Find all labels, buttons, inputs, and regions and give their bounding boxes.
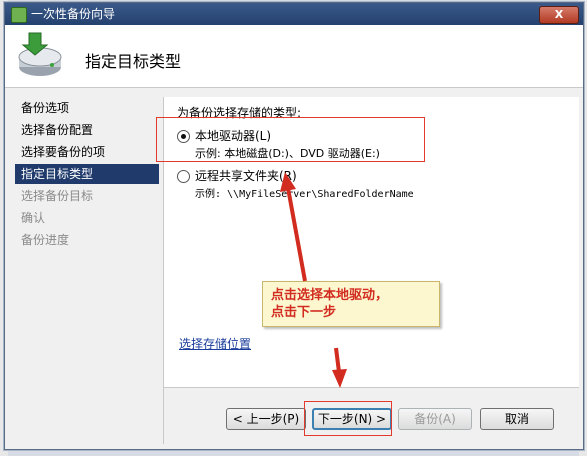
page-title: 指定目标类型 (85, 52, 182, 71)
step-progress: 备份进度 (21, 233, 70, 247)
choose-storage-location-link[interactable]: 选择存储位置 (179, 335, 251, 352)
remote-share-label: 远程共享文件夹(R) (195, 169, 297, 183)
backup-disk-arrow-icon (18, 32, 62, 76)
wizard-header: 指定目标类型 (5, 25, 583, 88)
cancel-button[interactable]: 取消 (480, 408, 554, 430)
backup-button: 备份(A) (398, 408, 472, 430)
wizard-window: 一次性备份向导 X 指定目标类型 备份选项 选择备份配置 选择要备份的项 指定目… (4, 2, 584, 450)
step-select-items: 选择要备份的项 (21, 145, 106, 159)
next-button-highlight (304, 401, 392, 436)
title-bar[interactable]: 一次性备份向导 X (5, 3, 583, 25)
instruction-callout: 点击选择本地驱动， 点击下一步 (262, 281, 440, 327)
close-button[interactable]: X (539, 6, 579, 24)
window-title: 一次性备份向导 (31, 7, 116, 21)
backup-wizard-icon (11, 7, 27, 23)
step-confirm: 确认 (21, 211, 46, 225)
step-select-destination: 选择备份目标 (21, 189, 94, 203)
step-backup-options: 备份选项 (21, 101, 70, 115)
remote-share-radio[interactable] (177, 170, 190, 183)
remote-share-option[interactable]: 远程共享文件夹(R) (177, 167, 297, 184)
local-drive-highlight (156, 117, 425, 162)
step-select-config: 选择备份配置 (21, 123, 94, 137)
remote-share-example: 示例: \\MyFileServer\SharedFolderName (195, 189, 414, 200)
previous-button[interactable]: < 上一步(P) (226, 408, 306, 430)
wizard-steps-pane: 备份选项 选择备份配置 选择要备份的项 指定目标类型 选择备份目标 确认 备份进… (15, 98, 161, 383)
step-destination-type: 指定目标类型 (15, 164, 159, 184)
